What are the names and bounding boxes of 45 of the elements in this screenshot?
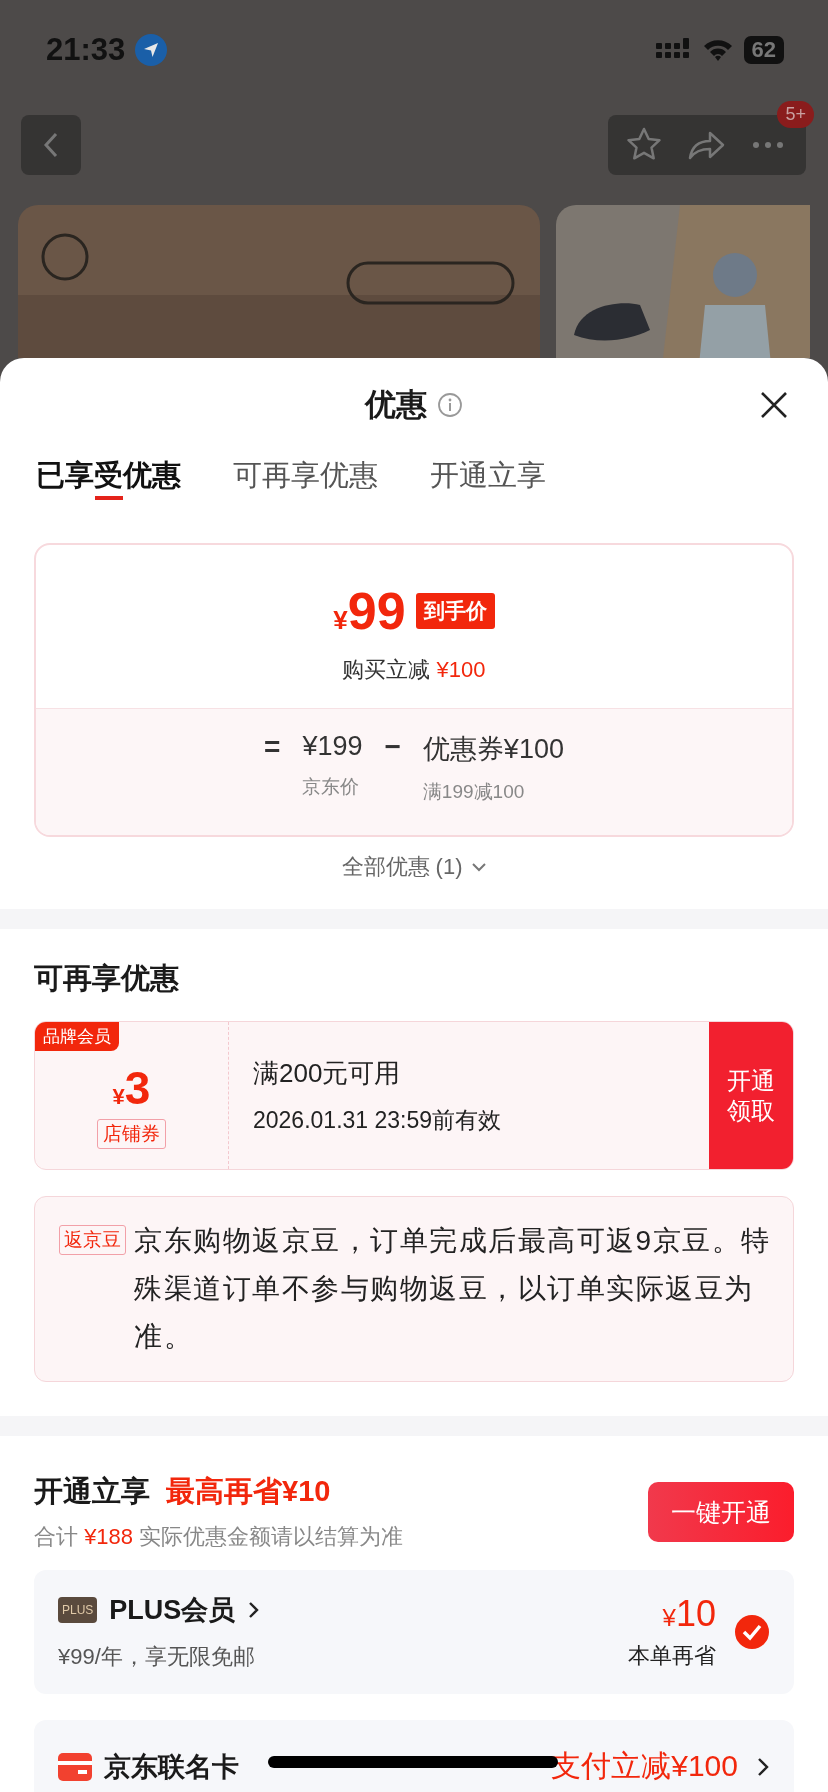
coupon-badge: 品牌会员 bbox=[35, 1022, 119, 1051]
total-note: 合计 ¥188 实际优惠金额请以结算为准 bbox=[34, 1523, 404, 1551]
savings-label: 本单再省 bbox=[628, 1642, 716, 1670]
info-icon[interactable] bbox=[437, 392, 463, 418]
base-price-label: 京东价 bbox=[302, 775, 361, 799]
membership-card[interactable]: 京东联名卡 支付立减¥100 bbox=[34, 1720, 794, 1792]
membership-name: 京东联名卡 bbox=[104, 1750, 239, 1784]
price-subtitle: 购买立减 ¥100 bbox=[342, 655, 486, 684]
card-offer: 支付立减¥100 bbox=[551, 1748, 738, 1784]
minus-sign: − bbox=[384, 731, 401, 764]
chevron-right-icon bbox=[756, 1755, 770, 1778]
tab[interactable]: 开通立享 bbox=[430, 452, 546, 500]
section-heading: 可再享优惠 bbox=[34, 961, 180, 996]
price-tag: 到手价 bbox=[415, 592, 495, 629]
coupon-validity: 2026.01.31 23:59前有效 bbox=[253, 1105, 503, 1135]
coupon-condition: 满200元可用 bbox=[253, 1056, 402, 1090]
equals-sign: = bbox=[264, 731, 281, 764]
chevron-down-icon bbox=[470, 861, 487, 873]
membership-card[interactable]: PLUS PLUS会员 ¥99/年，享无限免邮 ¥10 本单再省 bbox=[34, 1570, 794, 1694]
tab[interactable]: 可再享优惠 bbox=[233, 452, 378, 500]
coupon-value: 优惠券¥100 bbox=[422, 733, 564, 766]
savings-highlight: 最高再省¥10 bbox=[166, 1474, 331, 1509]
all-discounts-link[interactable]: 全部优惠 (1) bbox=[335, 851, 493, 883]
activate-all-button[interactable]: 一键开通 bbox=[648, 1482, 794, 1542]
coupon-amount: ¥3 bbox=[112, 1060, 151, 1115]
close-icon[interactable] bbox=[760, 391, 788, 419]
notification-badge: 5+ bbox=[777, 101, 814, 128]
base-price: ¥199 bbox=[302, 731, 363, 762]
battery-indicator: 62 bbox=[743, 36, 784, 64]
section-heading: 开通立享 bbox=[34, 1474, 150, 1509]
membership-name: PLUS会员 bbox=[109, 1594, 236, 1627]
checkmark-icon[interactable] bbox=[734, 1614, 770, 1650]
status-time: 21:33 bbox=[46, 32, 126, 68]
membership-description: ¥99/年，享无限免邮 bbox=[58, 1643, 256, 1671]
beans-tag: 返京豆 bbox=[59, 1225, 126, 1255]
plus-logo: PLUS bbox=[58, 1597, 98, 1623]
savings-amount: ¥10 bbox=[662, 1593, 716, 1635]
sheet-title: 优惠 bbox=[365, 386, 427, 424]
claim-button[interactable]: 开通领取 bbox=[709, 1022, 793, 1169]
back-button[interactable] bbox=[21, 115, 81, 175]
final-price: ¥99 bbox=[333, 580, 406, 641]
coupon-type: 店铺券 bbox=[97, 1118, 166, 1149]
beans-description: 京东购物返京豆，订单完成后最高可返9京豆。特殊渠道订单不参与购物返豆，以订单实际返豆为准。 bbox=[134, 1224, 772, 1354]
coupon-condition: 满199减100 bbox=[422, 780, 526, 804]
card-icon bbox=[58, 1752, 92, 1781]
